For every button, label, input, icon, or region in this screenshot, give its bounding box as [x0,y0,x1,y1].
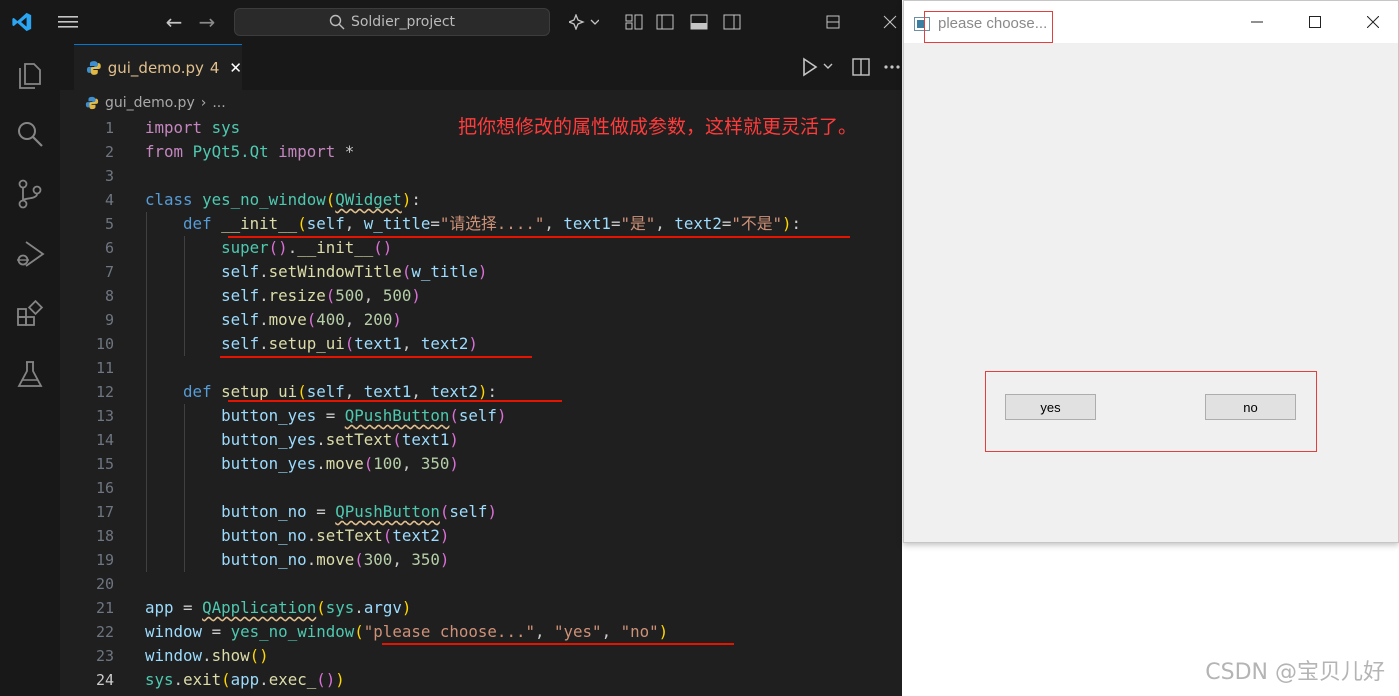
line-number: 5 [104,215,114,233]
line-number: 2 [104,143,114,161]
watermark: CSDN @宝贝儿好 [1205,660,1385,685]
toggle-panel-icon[interactable] [687,0,711,44]
line-number-current: 24 [95,671,114,689]
command-center-search[interactable]: Soldier_project [234,8,550,36]
line-number: 15 [95,455,114,473]
code-line: self.setWindowTitle(w_title) [221,262,488,281]
line-number: 6 [104,239,114,257]
toggle-secondary-sidebar-icon[interactable] [720,0,744,44]
source-control-icon[interactable] [12,176,48,212]
command-center-label: Soldier_project [350,14,456,30]
line-number: 1 [104,119,114,137]
search-icon [329,14,345,30]
line-number: 11 [95,359,114,377]
line-number: 14 [95,431,114,449]
line-number: 22 [95,623,114,641]
code-line: def __init__(self, w_title="请选择....", te… [183,214,802,233]
line-number: 20 [95,575,114,593]
line-number: 21 [95,599,114,617]
code-line: self.move(400, 200) [221,310,402,329]
code-line: import sys [145,118,241,137]
tab-gui-demo[interactable]: gui_demo.py 4 ✕ [74,44,242,90]
code-line: self.setup_ui(text1, text2) [221,334,478,353]
line-number: 17 [95,503,114,521]
run-python-file-icon[interactable] [800,56,840,78]
code-line: button_no = QPushButton(self) [221,502,497,521]
toggle-primary-sidebar-icon[interactable] [653,0,677,44]
explorer-icon[interactable] [12,56,48,92]
line-number: 10 [95,335,114,353]
code-line: window = yes_no_window("please choose...… [145,622,669,641]
vscode-logo-icon [6,0,38,44]
code-line: super().__init__() [221,238,393,257]
line-number: 7 [104,263,114,281]
close-window-icon[interactable] [878,0,902,44]
editor-tab-bar: gui_demo.py 4 ✕ [60,44,902,90]
annotation-underline [382,643,734,645]
annotation-underline [220,356,532,358]
annotation-underline [228,400,562,402]
annotation-text: 把你想修改的属性做成参数，这样就更灵活了。 [458,116,858,138]
code-line: class yes_no_window(QWidget): [145,190,421,209]
search-icon[interactable] [12,116,48,152]
qt-window: please choose... yes no [903,0,1399,543]
title-annotation-box [924,11,1053,43]
back-arrow-icon[interactable]: ← [160,0,188,44]
no-button[interactable]: no [1205,394,1296,420]
code-line: window.show() [145,646,269,665]
qt-close-icon[interactable] [1344,1,1399,43]
line-number: 12 [95,383,114,401]
qt-title-bar[interactable]: please choose... [904,1,1398,43]
line-number: 4 [104,191,114,209]
python-file-icon [85,96,99,110]
code-editor[interactable]: 1 2 3 4 5 6 7 8 9 10 11 12 13 14 15 16 1… [60,116,902,696]
code-line: button_yes.move(100, 350) [221,454,459,473]
line-number: 3 [104,167,114,185]
annotation-underline [228,236,850,238]
qt-minimize-icon[interactable] [1228,1,1286,43]
line-number: 9 [104,311,114,329]
code-line: from PyQt5.Qt import * [145,142,355,161]
code-line: self.resize(500, 500) [221,286,421,305]
testing-flask-icon[interactable] [12,356,48,392]
qt-maximize-icon[interactable] [1286,1,1344,43]
yes-button[interactable]: yes [1005,394,1096,420]
line-number: 13 [95,407,114,425]
tab-problem-count: 4 [209,58,220,77]
copilot-sparkle-icon[interactable] [564,0,604,44]
code-line: sys.exit(app.exec_()) [145,670,345,689]
line-number: 18 [95,527,114,545]
code-line: app = QApplication(sys.argv) [145,598,412,617]
run-and-debug-icon[interactable] [12,236,48,272]
code-line: button_yes.setText(text1) [221,430,459,449]
breadcrumb-separator: › [200,95,207,111]
tab-filename: gui_demo.py [107,58,204,77]
split-editor-icon[interactable] [851,57,871,77]
more-actions-icon[interactable] [882,57,902,77]
menu-icon[interactable] [52,0,84,44]
title-bar: ← → Soldier_project [0,0,902,44]
vscode-window: ← → Soldier_project gui_demo.py 4 ✕ gui_… [0,0,902,696]
python-file-icon [86,60,101,75]
line-number: 23 [95,647,114,665]
maximize-icon[interactable] [818,0,848,44]
line-number: 19 [95,551,114,569]
activity-bar [0,44,60,696]
code-line: button_no.setText(text2) [221,526,450,545]
breadcrumb-file[interactable]: gui_demo.py [105,95,195,111]
code-line: button_no.move(300, 350) [221,550,450,569]
extensions-icon[interactable] [12,296,48,332]
breadcrumb-rest[interactable]: ... [212,95,225,111]
forward-arrow-icon[interactable]: → [193,0,221,44]
customize-layout-icon[interactable] [622,0,646,44]
tab-close-icon[interactable]: ✕ [229,59,242,77]
code-line: button_yes = QPushButton(self) [221,406,507,425]
line-number: 8 [104,287,114,305]
line-number: 16 [95,479,114,497]
